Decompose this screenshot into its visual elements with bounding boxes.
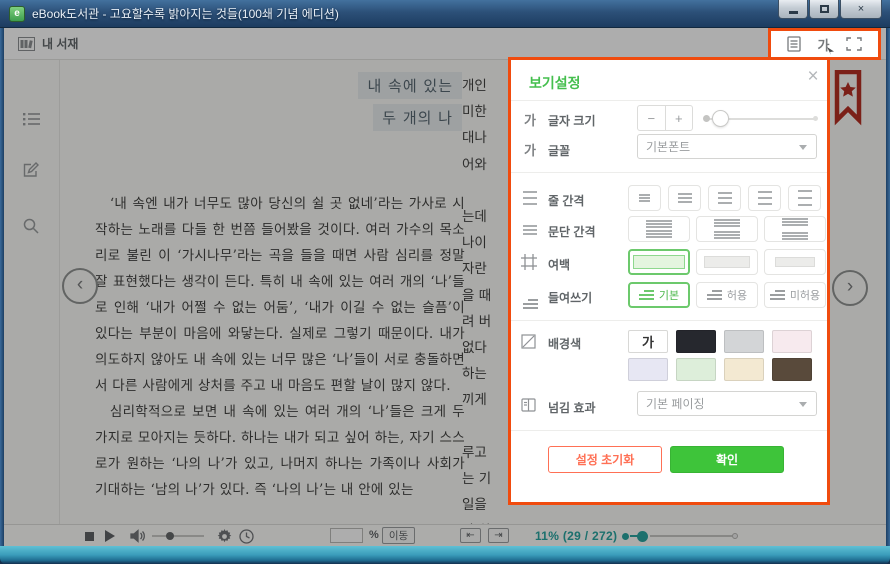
chevron-down-icon <box>799 145 807 150</box>
background-color-label: 배경색 <box>548 335 581 352</box>
paragraph-spacing-icon <box>521 222 539 240</box>
cursor-icon <box>827 47 834 55</box>
line-spacing-option-1[interactable] <box>628 185 661 211</box>
indent-icon <box>521 288 539 309</box>
margin-options <box>628 249 826 275</box>
paragraph-spacing-options <box>628 216 826 242</box>
maximize-icon <box>820 5 829 13</box>
margin-option-2[interactable] <box>696 249 758 275</box>
indent-option-disallow[interactable]: 미허용 <box>764 282 826 308</box>
font-family-label: 글꼴 <box>548 142 570 159</box>
modal-title: 보기설정 <box>529 73 581 93</box>
font-size-slider-knob[interactable] <box>712 110 729 127</box>
margin-label: 여백 <box>548 256 570 273</box>
page-effect-value: 기본 페이징 <box>646 395 705 412</box>
divider <box>511 100 827 101</box>
minimize-icon <box>789 11 798 14</box>
window-title: eBook도서관 - 고요할수록 밝아지는 것들(100쇄 기념 에디션) <box>32 0 339 28</box>
window-border-bottom <box>0 546 890 564</box>
paragraph-spacing-option-3[interactable] <box>764 216 826 242</box>
chevron-down-icon <box>799 402 807 407</box>
background-color-icon <box>521 334 539 349</box>
margin-option-3[interactable] <box>764 249 826 275</box>
font-size-stepper: − + <box>637 105 693 131</box>
indent-option-allow[interactable]: 허용 <box>696 282 758 308</box>
maximize-button[interactable] <box>809 0 839 19</box>
fullscreen-icon[interactable] <box>846 37 862 51</box>
margin-option-1-selected[interactable] <box>628 249 690 275</box>
bg-swatch-lavender[interactable] <box>628 358 668 381</box>
indent-glyph <box>707 290 722 300</box>
line-spacing-glyph <box>798 190 812 206</box>
bg-swatch-green[interactable] <box>676 358 716 381</box>
app-icon: e <box>9 6 25 22</box>
line-spacing-option-5[interactable] <box>788 185 821 211</box>
indent-option-default-selected[interactable]: 기본 <box>628 282 690 308</box>
line-spacing-glyph <box>718 192 732 204</box>
paragraph-spacing-label: 문단 간격 <box>548 223 596 240</box>
font-family-value: 기본폰트 <box>646 138 690 155</box>
bg-swatch-cream[interactable] <box>724 358 764 381</box>
client-area: 내 서재 내 속에 있는 두 개의 나 ‘내 속엔 내가 너무도 많아 당신의 … <box>4 28 886 546</box>
paragraph-spacing-option-2[interactable] <box>696 216 758 242</box>
page-effect-icon <box>521 397 539 413</box>
font-size-label: 글자 크기 <box>548 112 596 129</box>
view-tools-highlight-box: 가 <box>768 28 881 60</box>
font-size-slider-max-dot <box>813 116 818 121</box>
font-size-decrease-button[interactable]: − <box>638 106 666 130</box>
close-button[interactable]: × <box>840 0 882 19</box>
title-bar: e eBook도서관 - 고요할수록 밝아지는 것들(100쇄 기념 에디션) … <box>0 0 890 28</box>
close-icon: × <box>858 3 864 15</box>
margin-glyph <box>775 257 815 267</box>
line-spacing-glyph <box>758 191 772 205</box>
paragraph-spacing-glyph <box>646 220 672 238</box>
indent-label: 들여쓰기 <box>548 289 592 306</box>
bg-swatch-gray[interactable] <box>724 330 764 353</box>
bg-swatch-pink[interactable] <box>772 330 812 353</box>
modal-close-button[interactable]: × <box>802 66 824 88</box>
minimize-button[interactable] <box>778 0 808 19</box>
font-size-icon: 가 <box>521 110 539 129</box>
margin-glyph <box>633 255 685 269</box>
paragraph-spacing-glyph <box>782 218 808 240</box>
window-border-right <box>886 28 890 546</box>
bg-swatch-white[interactable]: 가 <box>628 330 668 353</box>
margin-icon <box>521 254 539 270</box>
line-spacing-options <box>628 185 821 211</box>
font-size-increase-button[interactable]: + <box>666 106 693 130</box>
line-spacing-option-3[interactable] <box>708 185 741 211</box>
confirm-button[interactable]: 확인 <box>670 446 784 473</box>
indent-glyph <box>639 290 654 300</box>
bg-swatch-brown[interactable] <box>772 358 812 381</box>
divider <box>511 430 827 431</box>
indent-options: 기본 허용 미허용 <box>628 282 826 308</box>
line-spacing-option-4[interactable] <box>748 185 781 211</box>
font-settings-icon[interactable]: 가 <box>818 35 830 54</box>
paragraph-spacing-glyph <box>714 219 740 239</box>
line-spacing-glyph <box>639 194 650 202</box>
font-size-slider-min-dot <box>703 115 710 122</box>
page-effect-label: 넘김 효과 <box>548 399 596 416</box>
margin-glyph <box>704 256 750 268</box>
view-settings-modal: 보기설정 × 가 글자 크기 − + 가 글꼴 기본폰트 줄 간격 <box>508 57 830 505</box>
paragraph-spacing-option-1[interactable] <box>628 216 690 242</box>
page-effect-dropdown[interactable]: 기본 페이징 <box>637 391 817 416</box>
divider <box>511 172 827 173</box>
bg-swatch-dark[interactable] <box>676 330 716 353</box>
divider <box>511 320 827 321</box>
font-family-icon: 가 <box>521 140 539 159</box>
page-settings-icon[interactable] <box>787 36 801 52</box>
line-spacing-option-2[interactable] <box>668 185 701 211</box>
line-spacing-label: 줄 간격 <box>548 192 584 209</box>
indent-glyph <box>770 290 785 300</box>
line-spacing-glyph <box>678 193 692 203</box>
reset-settings-button[interactable]: 설정 초기화 <box>548 446 662 473</box>
font-family-dropdown[interactable]: 기본폰트 <box>637 134 817 159</box>
line-spacing-icon <box>521 191 539 210</box>
